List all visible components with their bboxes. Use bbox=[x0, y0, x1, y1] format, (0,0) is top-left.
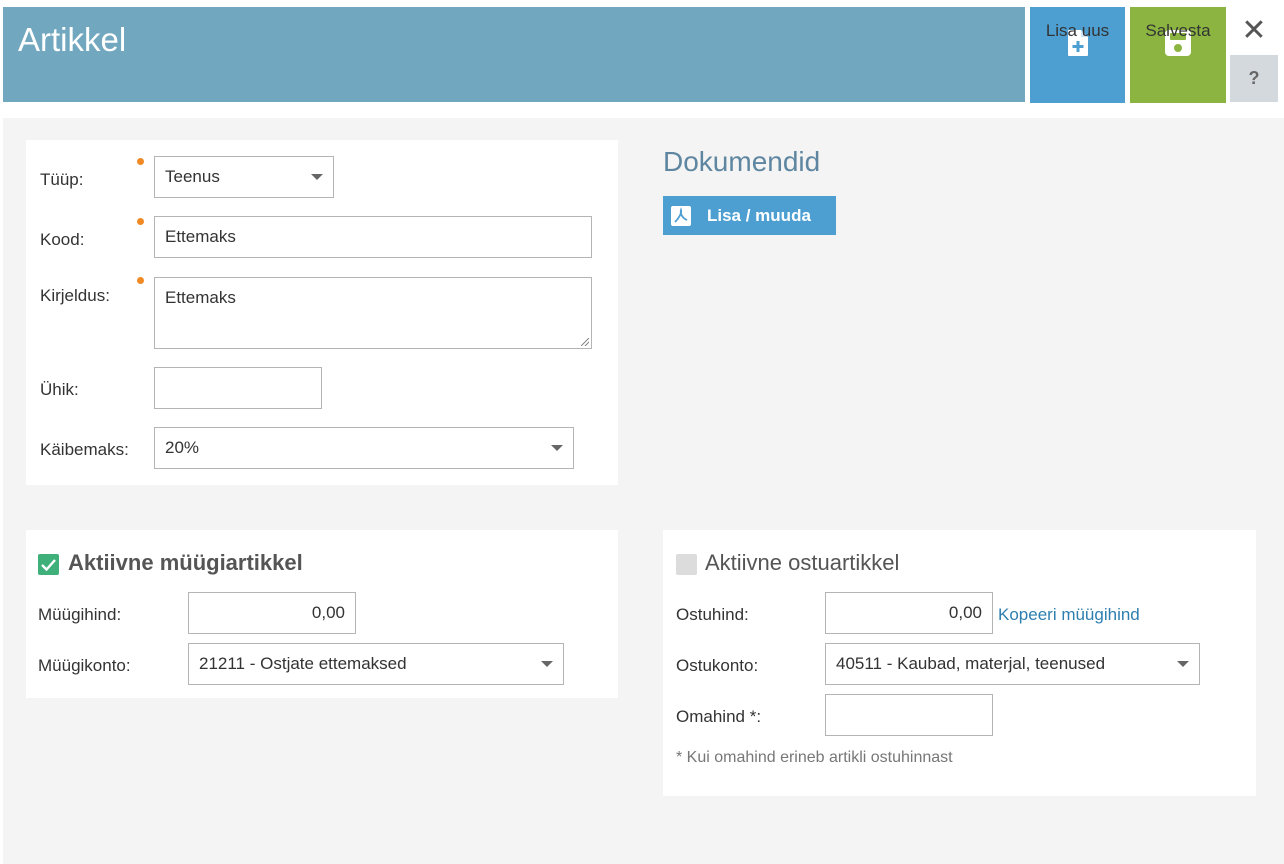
help-button[interactable]: ? bbox=[1230, 55, 1278, 102]
sales-price-input[interactable]: 0,00 bbox=[188, 592, 356, 634]
sales-price-label: Müügihind: bbox=[38, 605, 122, 624]
purchase-article-panel: Aktiivne ostuartikkel Ostuhind: 0,00 Kop… bbox=[663, 530, 1256, 796]
sales-article-panel: Aktiivne müügiartikkel Müügihind: 0,00 M… bbox=[26, 530, 618, 698]
content-area: Tüüp: Teenus Kood: Ettemaks Kirjeldus: E… bbox=[3, 118, 1284, 864]
unit-input[interactable] bbox=[154, 367, 322, 409]
checkmark-icon bbox=[41, 559, 56, 572]
type-select[interactable]: Teenus bbox=[154, 156, 334, 198]
sales-account-value: 21211 - Ostjate ettemaksed bbox=[199, 654, 407, 673]
header-bar: Artikkel bbox=[3, 7, 1025, 102]
sales-account-label: Müügikonto: bbox=[38, 656, 131, 675]
purchase-account-label: Ostukonto: bbox=[676, 656, 759, 675]
purchase-price-input[interactable]: 0,00 bbox=[825, 592, 993, 634]
sales-account-select[interactable]: 21211 - Ostjate ettemaksed bbox=[188, 643, 564, 685]
cost-price-note: * Kui omahind erineb artikli ostuhinnast bbox=[676, 749, 953, 766]
code-label: Kood: bbox=[40, 230, 85, 249]
code-input[interactable]: Ettemaks bbox=[154, 216, 592, 258]
vat-label: Käibemaks: bbox=[40, 440, 129, 459]
chevron-down-icon bbox=[541, 661, 553, 667]
resize-handle-icon[interactable] bbox=[581, 338, 589, 346]
description-textarea[interactable]: Ettemaks bbox=[154, 277, 592, 349]
chevron-down-icon bbox=[1177, 661, 1189, 667]
purchase-account-select[interactable]: 40511 - Kaubad, materjal, teenused bbox=[825, 643, 1200, 685]
cost-price-input[interactable] bbox=[825, 694, 993, 736]
cost-price-label: Omahind *: bbox=[676, 707, 762, 726]
purchase-price-value: 0,00 bbox=[948, 603, 982, 622]
vat-select[interactable]: 20% bbox=[154, 427, 574, 469]
purchase-active-title: Aktiivne ostuartikkel bbox=[705, 550, 900, 575]
vat-select-value: 20% bbox=[165, 438, 200, 457]
save-label: Salvesta bbox=[1145, 21, 1211, 40]
sales-active-checkbox[interactable] bbox=[38, 554, 59, 575]
save-button[interactable]: Salvesta bbox=[1130, 7, 1226, 103]
add-edit-documents-label: Lisa / muuda bbox=[707, 205, 811, 225]
purchase-active-checkbox[interactable] bbox=[676, 554, 697, 575]
description-textarea-value: Ettemaks bbox=[165, 288, 236, 307]
pdf-icon bbox=[671, 205, 691, 226]
type-select-value: Teenus bbox=[165, 167, 220, 186]
unit-label: Ühik: bbox=[40, 380, 79, 399]
page-title: Artikkel bbox=[18, 21, 127, 58]
purchase-price-label: Ostuhind: bbox=[676, 605, 749, 624]
description-label: Kirjeldus: bbox=[40, 286, 110, 305]
required-indicator bbox=[137, 158, 144, 165]
add-new-label: Lisa uus bbox=[1045, 21, 1110, 40]
article-form-panel: Tüüp: Teenus Kood: Ettemaks Kirjeldus: E… bbox=[26, 140, 618, 485]
chevron-down-icon bbox=[551, 445, 563, 451]
purchase-account-value: 40511 - Kaubad, materjal, teenused bbox=[836, 654, 1106, 673]
chevron-down-icon bbox=[311, 174, 323, 180]
required-indicator bbox=[137, 218, 144, 225]
type-label: Tüüp: bbox=[40, 170, 84, 189]
sales-price-value: 0,00 bbox=[311, 603, 345, 622]
documents-title: Dokumendid bbox=[663, 146, 821, 177]
copy-sales-price-link[interactable]: Kopeeri müügihind bbox=[998, 605, 1140, 625]
add-new-button[interactable]: Lisa uus bbox=[1030, 7, 1125, 103]
code-input-value: Ettemaks bbox=[165, 227, 236, 246]
sales-active-title: Aktiivne müügiartikkel bbox=[68, 550, 303, 575]
required-indicator bbox=[137, 277, 144, 284]
add-edit-documents-button[interactable]: Lisa / muuda bbox=[663, 196, 836, 235]
close-icon[interactable]: ✕ bbox=[1238, 14, 1270, 48]
